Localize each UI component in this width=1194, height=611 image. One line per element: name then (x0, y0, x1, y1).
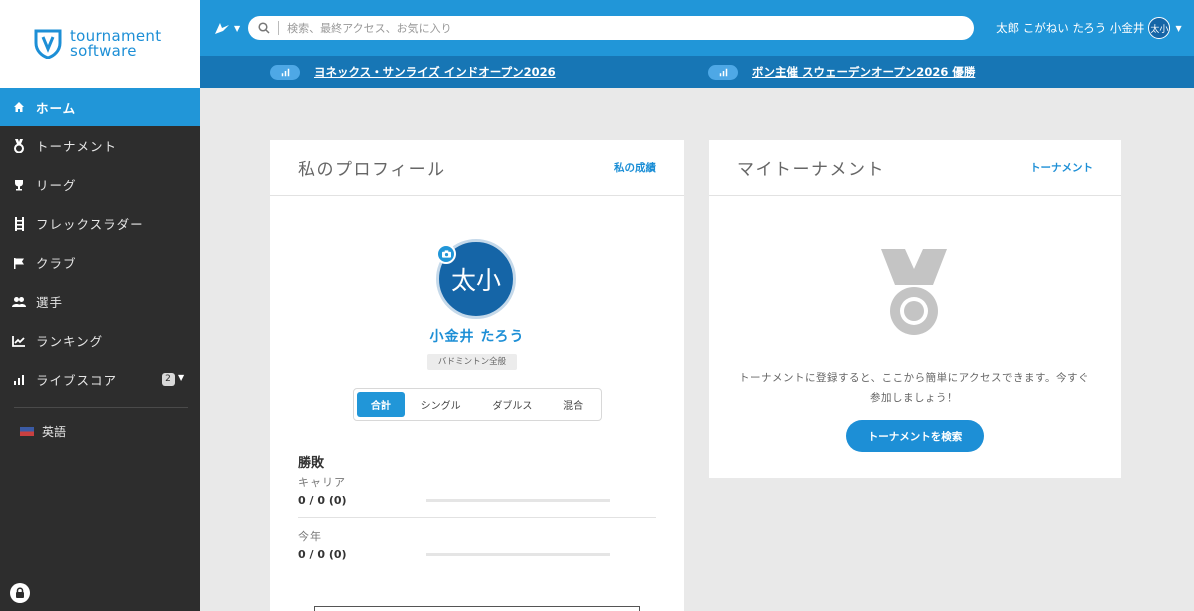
sidebar-item-players[interactable]: 選手 (0, 282, 200, 321)
sidebar-item-label: クラブ (36, 256, 77, 271)
career-value: 0 / 0 (0) (298, 494, 347, 507)
sidebar-item-label: ライブスコア (36, 373, 118, 388)
app-switcher[interactable]: ▼ (214, 21, 240, 35)
my-tournaments-card: マイトーナメント トーナメント トーナメントに登録すると、ここから簡単にアクセス… (709, 140, 1121, 478)
profile-card: 私のプロフィール 私の成績 太小 小金井 たろう バドミントン全般 合計 シング… (270, 140, 684, 611)
sidebar-item-label: リーグ (36, 178, 77, 193)
sidebar-item-tournaments[interactable]: トーナメント (0, 126, 200, 165)
sidebar-item-label: フレックスラダー (36, 217, 144, 232)
avatar: 太小 (1148, 17, 1171, 39)
tab-mixed[interactable]: 混合 (548, 392, 598, 417)
live-tournaments-bar: ヨネックス・サンライズ インドオープン2026 ボン主催 スウェーデンオープン2… (200, 56, 1194, 88)
logo[interactable]: tournament software (0, 0, 200, 88)
career-progress-bar (426, 499, 610, 502)
sidebar-item-rankings[interactable]: ランキング (0, 321, 200, 360)
language-selector[interactable]: 英語 (0, 416, 200, 446)
sidebar-item-livescore[interactable]: ライブスコア 2 ▼ (0, 360, 200, 399)
search-box[interactable] (248, 16, 975, 40)
live-icon (708, 64, 738, 80)
career-label: キャリア (298, 476, 346, 489)
camera-icon[interactable] (436, 244, 456, 264)
sport-tag: バドミントン全般 (427, 354, 517, 370)
language-label: 英語 (42, 424, 67, 439)
medal-icon (881, 249, 947, 335)
home-icon (12, 100, 26, 114)
bottom-panel (314, 606, 640, 611)
live-tournament-link[interactable]: ヨネックス・サンライズ インドオープン2026 (314, 64, 556, 80)
my-tournaments-header: マイトーナメント トーナメント (709, 140, 1121, 196)
top-bar: ▼ 太郎 こがねい たろう 小金井 太小 ▼ ヨネックス・サンライズ インドオー… (200, 0, 1194, 88)
medal-icon (12, 138, 26, 153)
this-year-value: 0 / 0 (0) (298, 548, 347, 561)
my-results-link[interactable]: 私の成績 (614, 160, 656, 175)
flag-icon (12, 256, 26, 270)
search-input[interactable] (287, 21, 888, 35)
live-tournament-item[interactable]: ボン主催 スウェーデンオープン2026 優勝 (708, 64, 975, 80)
find-tournament-button[interactable]: トーナメントを検索 (846, 420, 984, 452)
profile-name[interactable]: 小金井 たろう (270, 326, 684, 346)
ladder-icon (12, 216, 26, 231)
shuttlecock-icon (215, 23, 229, 34)
user-name: 太郎 こがねい たろう 小金井 (996, 21, 1145, 35)
stats-divider (298, 517, 656, 518)
top-bar-main: ▼ 太郎 こがねい たろう 小金井 太小 ▼ (200, 0, 1194, 56)
tournaments-link[interactable]: トーナメント (1030, 160, 1093, 175)
live-tournament-link[interactable]: ボン主催 スウェーデンオープン2026 優勝 (752, 64, 975, 80)
sidebar-item-label: ホーム (36, 100, 77, 116)
chevron-down-icon[interactable]: ▼ (178, 373, 185, 382)
chart-icon (12, 334, 26, 348)
sidebar-nav: ホーム トーナメント リーグ フレックスラダー クラブ 選手 ランキング ライブ… (0, 88, 200, 399)
tab-doubles[interactable]: ダブルス (477, 392, 549, 417)
sidebar-item-home[interactable]: ホーム (0, 88, 200, 126)
search-icon (258, 22, 270, 34)
this-year-progress-bar (426, 553, 610, 556)
sidebar: tournament software ホーム トーナメント リーグ フレックス… (0, 0, 200, 611)
empty-state-text: トーナメントに登録すると、ここから簡単にアクセスできます。今すぐ参加しましょう！ (739, 372, 1090, 404)
lock-icon[interactable] (10, 583, 30, 603)
players-icon (12, 295, 26, 309)
trophy-icon (12, 178, 26, 192)
livescore-count-badge: 2 (162, 373, 175, 386)
chevron-down-icon: ▼ (234, 23, 241, 33)
tab-total[interactable]: 合計 (357, 392, 405, 417)
my-tournaments-title: マイトーナメント (737, 160, 885, 180)
profile-card-header: 私のプロフィール 私の成績 (270, 140, 684, 196)
sidebar-item-label: 選手 (36, 295, 64, 310)
match-type-tabs: 合計 シングル ダブルス 混合 (353, 388, 602, 421)
this-year-label: 今年 (298, 530, 322, 543)
tab-singles[interactable]: シングル (405, 392, 477, 417)
sidebar-item-clubs[interactable]: クラブ (0, 243, 200, 282)
user-menu[interactable]: 太郎 こがねい たろう 小金井 太小 ▼ (996, 17, 1182, 39)
profile-card-title: 私のプロフィール (298, 160, 446, 180)
search-divider (278, 21, 280, 35)
sidebar-divider (14, 407, 188, 408)
logo-text: tournament software (70, 29, 161, 59)
sidebar-item-label: ランキング (36, 334, 104, 349)
us-flag-icon (20, 426, 34, 436)
chevron-down-icon: ▼ (1175, 23, 1182, 33)
shield-logo-icon (34, 29, 62, 59)
live-icon (270, 64, 300, 80)
sidebar-item-flexladder[interactable]: フレックスラダー (0, 204, 200, 243)
live-icon (12, 373, 26, 387)
logo-line-2: software (70, 42, 137, 60)
live-tournament-item[interactable]: ヨネックス・サンライズ インドオープン2026 (270, 64, 708, 80)
sidebar-item-leagues[interactable]: リーグ (0, 165, 200, 204)
win-loss-title: 勝敗 (298, 456, 325, 471)
sidebar-item-label: トーナメント (36, 139, 118, 154)
